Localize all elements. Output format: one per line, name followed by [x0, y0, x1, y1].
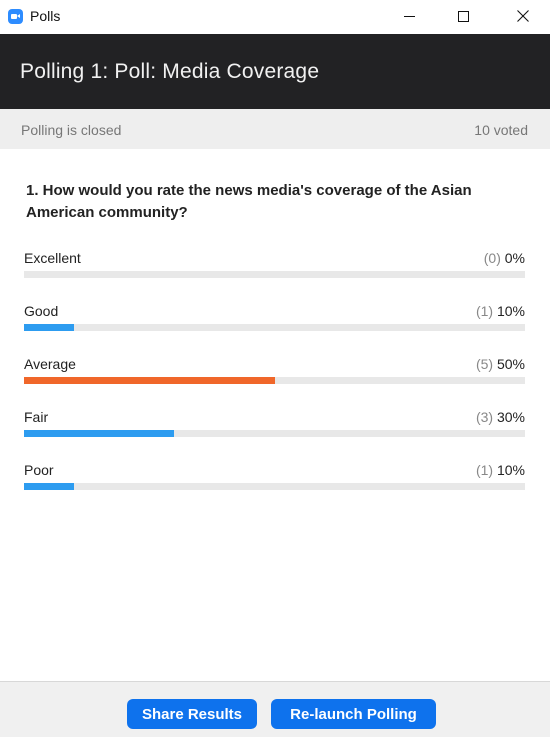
question-text: 1. How would you rate the news media's c… — [26, 182, 472, 221]
close-icon — [517, 10, 529, 22]
window-titlebar: Polls — [0, 0, 550, 34]
poll-option-fair: Fair (3) 30% — [24, 409, 525, 449]
option-count: (1) — [475, 462, 494, 478]
poll-option-average: Average (5) 50% — [24, 356, 525, 396]
option-result: (3) 30% — [476, 409, 525, 425]
close-button[interactable] — [500, 0, 546, 32]
share-results-button[interactable]: Share Results — [127, 699, 257, 729]
maximize-button[interactable] — [440, 0, 486, 32]
result-bar-fill — [24, 430, 175, 437]
poll-option-good: Good (1) 10% — [24, 303, 525, 343]
result-bar-track — [24, 483, 525, 490]
option-result: (5) 50% — [476, 356, 525, 372]
result-bar-track — [24, 377, 525, 384]
minimize-button[interactable] — [386, 0, 432, 32]
result-bar-fill — [24, 483, 75, 490]
option-percent: 0% — [504, 250, 525, 266]
option-count: (0) — [483, 250, 501, 266]
option-label: Excellent — [24, 250, 81, 266]
poll-title: Polling 1: Poll: Media Coverage — [20, 60, 320, 83]
poll-option-poor: Poor (1) 10% — [24, 462, 525, 502]
option-count: (1) — [475, 303, 494, 319]
option-label: Poor — [24, 462, 54, 478]
maximize-icon — [457, 10, 469, 22]
option-percent: 50% — [496, 356, 525, 372]
relaunch-polling-button[interactable]: Re-launch Polling — [271, 699, 436, 729]
option-percent: 30% — [496, 409, 525, 425]
poll-header: Polling 1: Poll: Media Coverage — [0, 34, 550, 109]
poll-option-excellent: Excellent (0) 0% — [24, 250, 525, 290]
option-result: (0) 0% — [484, 250, 525, 266]
minimize-icon — [403, 15, 415, 17]
result-bar-fill — [24, 324, 75, 331]
option-count: (5) — [475, 356, 494, 372]
option-result: (1) 10% — [476, 303, 525, 319]
option-label: Average — [24, 356, 76, 372]
option-percent: 10% — [496, 303, 525, 319]
vote-count: 10 voted — [474, 122, 528, 138]
zoom-camera-icon — [8, 9, 23, 24]
result-bar-track — [24, 271, 525, 278]
result-bar-track — [24, 324, 525, 331]
poll-footer: Share Results Re-launch Polling — [0, 681, 550, 737]
result-bar-track — [24, 430, 525, 437]
polling-state: Polling is closed — [21, 122, 122, 138]
window-title: Polls — [30, 8, 61, 24]
option-label: Fair — [24, 409, 49, 425]
option-count: (3) — [475, 409, 494, 425]
option-percent: 10% — [496, 462, 525, 478]
result-bar-fill — [24, 377, 275, 384]
poll-status-bar: Polling is closed 10 voted — [0, 109, 550, 149]
option-label: Good — [24, 303, 59, 319]
option-result: (1) 10% — [476, 462, 525, 478]
